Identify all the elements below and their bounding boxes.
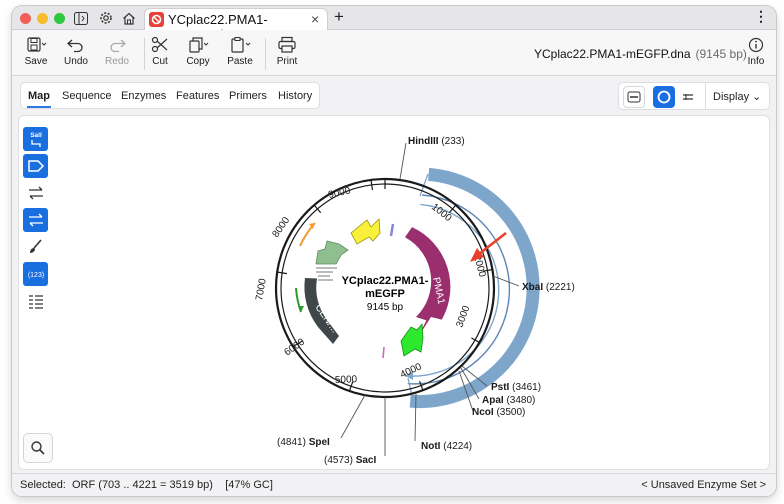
enzyme-saci[interactable]: (4573) SacI [324, 455, 376, 466]
selection-status: Selected: ORF (703 .. 4221 = 3519 bp) [4… [20, 479, 273, 491]
status-bar: Selected: ORF (703 .. 4221 = 3519 bp) [4… [12, 473, 776, 496]
tick-9000 [370, 179, 374, 191]
feature-small-grey[interactable] [316, 267, 337, 281]
tab-map[interactable]: Map [28, 90, 50, 102]
feature-egfp[interactable] [400, 322, 424, 357]
toolbar: Save Undo Redo Cut Copy Paste Print YCpl… [12, 30, 776, 76]
active-tab-indicator [27, 106, 51, 108]
tab-close-icon[interactable]: × [311, 11, 319, 27]
document-title: YCplac22.PMA1-mEGFP.dna (9145 bp) [534, 47, 747, 61]
redo-icon [110, 39, 126, 53]
sidebar-toggle-icon[interactable] [72, 9, 90, 27]
tab-sequence[interactable]: Sequence [62, 90, 112, 102]
chevron-down-icon: ⌄ [752, 91, 762, 103]
save-button[interactable]: Save [14, 34, 58, 72]
tab-features[interactable]: Features [176, 90, 219, 102]
enzyme-set-button[interactable]: < Unsaved Enzyme Set > [641, 479, 766, 491]
linear-map-view-button[interactable] [623, 86, 645, 108]
tick-label-6000: 6000 [282, 336, 307, 358]
plasmid-name-line1: YCplac22.PMA1- [342, 275, 429, 287]
sequence-lines-icon [683, 94, 693, 100]
tick-label-5000: 5000 [335, 374, 358, 386]
close-window-button[interactable] [20, 13, 31, 24]
view-tabs: Map Sequence Enzymes Features Primers Hi… [20, 82, 320, 109]
minimize-window-button[interactable] [37, 13, 48, 24]
tab-primers[interactable]: Primers [229, 90, 267, 102]
selected-orf-arc [409, 167, 540, 409]
leader-hindiii [399, 142, 407, 180]
save-icon [27, 37, 47, 52]
leader-xbai [492, 275, 520, 287]
undo-button[interactable]: Undo [54, 34, 98, 72]
printer-icon [278, 36, 296, 53]
info-icon [748, 37, 764, 53]
plasmid-length: 9145 bp [367, 302, 404, 313]
tick-label-1000: 1000 [429, 202, 454, 225]
app-window: YCplac22.PMA1-mEGFP.dna × + ⋮ Save Undo … [12, 6, 776, 496]
green-primer-arrowhead [298, 306, 304, 312]
scissors-icon [151, 36, 168, 53]
enzyme-spei[interactable]: (4841) SpeI [277, 437, 330, 448]
tick-7000 [276, 271, 287, 275]
map-view-controls: Display ⌄ [618, 82, 770, 110]
redo-button[interactable]: Redo [95, 34, 139, 72]
enzyme-ncoi[interactable]: NcoI (3500) [472, 407, 525, 418]
plasmid-name-line2: mEGFP [365, 288, 405, 300]
circular-map-icon [657, 90, 671, 104]
enzyme-psti[interactable]: PstI (3461) [491, 382, 541, 393]
circular-map-view-button[interactable] [653, 86, 675, 108]
feature-small-magenta[interactable] [382, 346, 385, 359]
enzyme-noti[interactable]: NotI (4224) [421, 441, 472, 452]
tab-history[interactable]: History [278, 90, 312, 102]
info-button[interactable]: Info [736, 34, 776, 72]
tick-label-3000: 3000 [454, 304, 472, 329]
leader-spei [340, 394, 366, 439]
gear-icon[interactable] [97, 9, 115, 27]
clipboard-icon [231, 37, 251, 53]
gc-content: [47% GC] [225, 479, 273, 491]
display-menu-button[interactable]: Display ⌄ [713, 90, 761, 103]
plasmid-map: 1000 2000 3000 4000 5000 6000 7000 8000 … [254, 136, 575, 466]
feature-yellow[interactable] [350, 218, 381, 245]
feature-origin[interactable] [315, 240, 349, 265]
sequence-view-button[interactable] [677, 86, 699, 108]
zoom-window-button[interactable] [54, 13, 65, 24]
map-canvas[interactable]: SalI (123) 1000 2000 3000 4000 5000 6000… [18, 115, 770, 470]
enzyme-apai[interactable]: ApaI (3480) [482, 395, 535, 406]
copy-button[interactable]: Copy [176, 34, 220, 72]
enzyme-hindiii[interactable]: HindIII (233) [408, 136, 465, 147]
tick-label-7000: 7000 [254, 277, 269, 301]
more-menu-icon[interactable]: ⋮ [754, 8, 768, 25]
document-tab[interactable]: YCplac22.PMA1-mEGFP.dna × [144, 8, 328, 42]
print-button[interactable]: Print [265, 34, 309, 72]
snapgene-logo-icon [149, 12, 164, 27]
undo-icon [67, 39, 83, 53]
feature-small-violet[interactable] [389, 223, 395, 237]
paste-button[interactable]: Paste [218, 34, 262, 72]
title-bar: YCplac22.PMA1-mEGFP.dna × + ⋮ [12, 6, 776, 42]
linear-map-icon [627, 91, 641, 103]
copy-icon [189, 37, 209, 53]
enzyme-xbai[interactable]: XbaI (2221) [522, 282, 575, 293]
home-icon[interactable] [120, 9, 138, 27]
tick-label-9000: 9000 [327, 185, 351, 200]
new-tab-button[interactable]: + [334, 7, 344, 27]
controls-separator [705, 83, 706, 109]
tab-enzymes[interactable]: Enzymes [121, 90, 166, 102]
